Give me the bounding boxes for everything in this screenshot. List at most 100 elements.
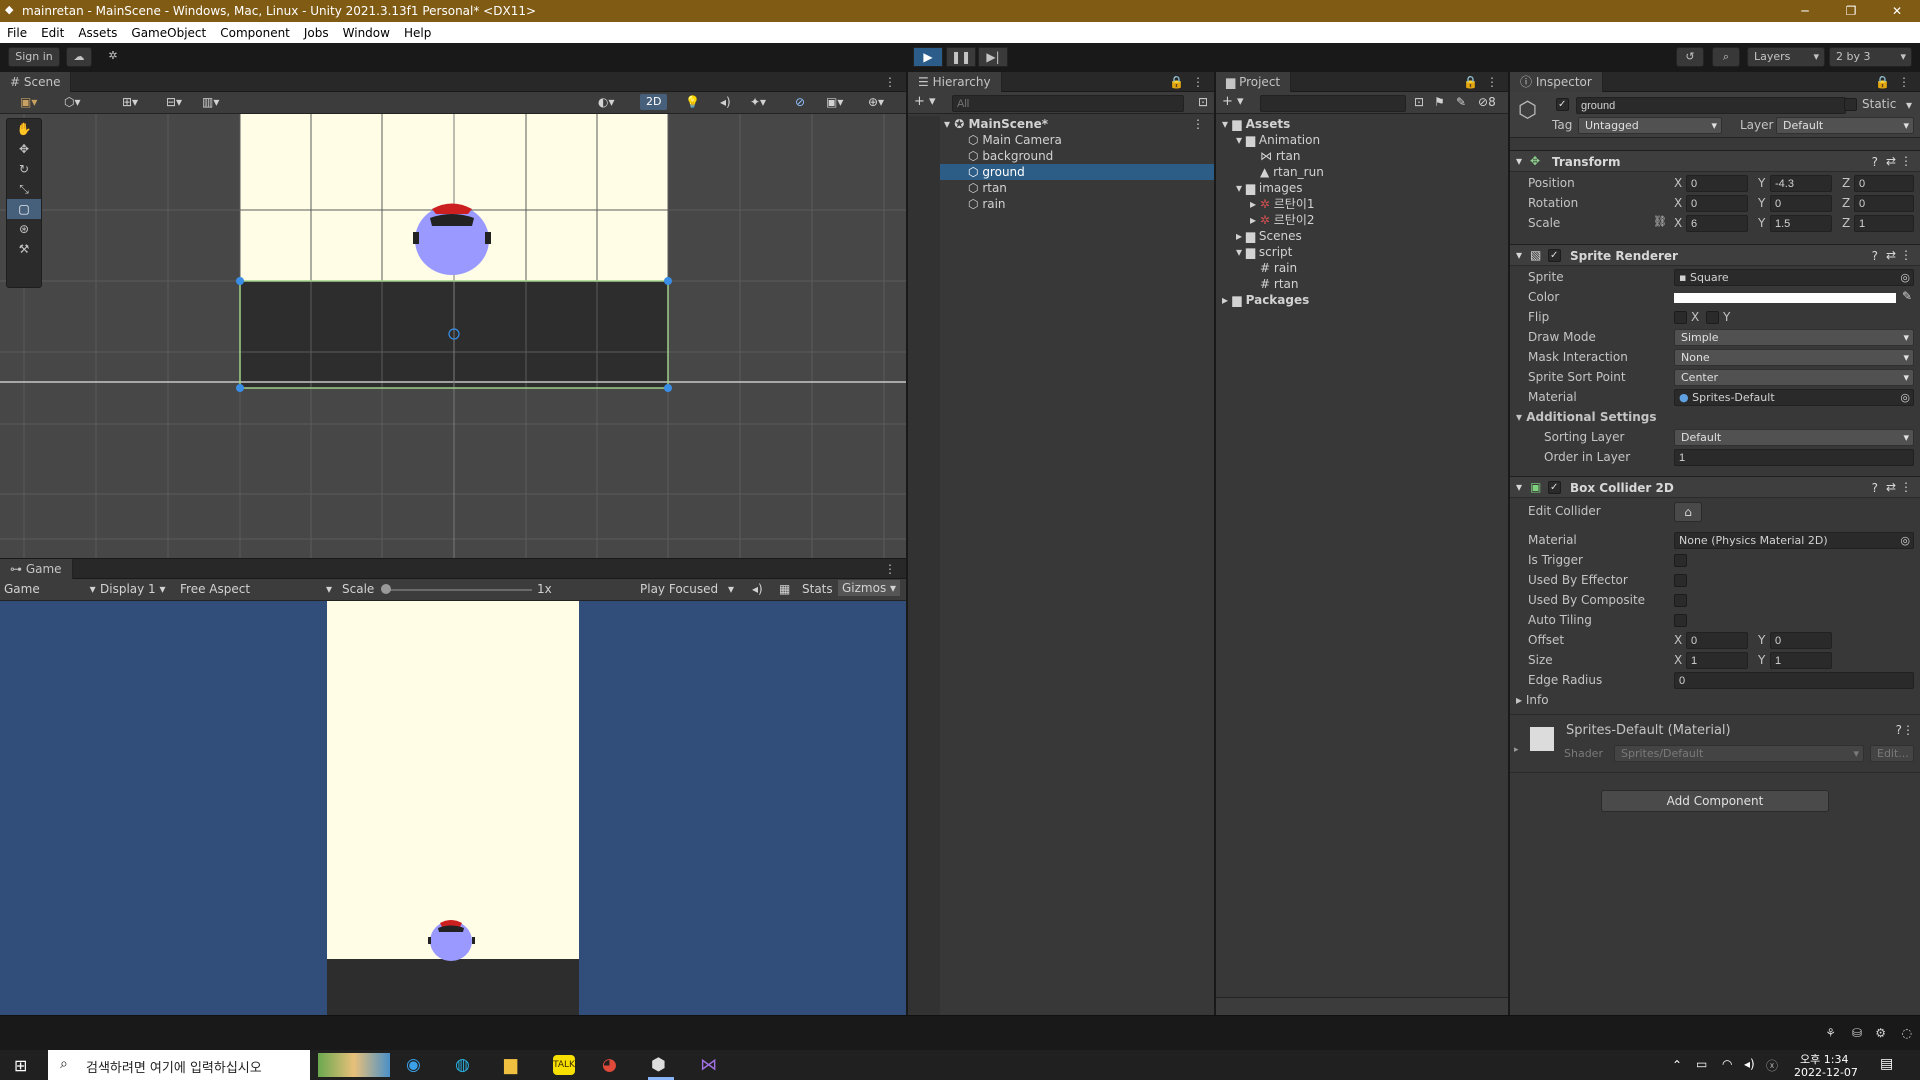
more-icon[interactable]: ⋮	[1900, 154, 1912, 168]
material-field[interactable]: ● Sprites-Default ◎	[1674, 389, 1914, 406]
scale-z-input[interactable]	[1854, 215, 1914, 232]
play-button[interactable]: ▶	[913, 47, 943, 67]
more-icon[interactable]: ⋮	[1192, 72, 1204, 92]
align-icon[interactable]: ▥▾	[202, 95, 219, 109]
lock-icon[interactable]: 🔒	[1169, 72, 1184, 92]
help-icon[interactable]: ?	[1872, 481, 1878, 495]
order-in-layer-input[interactable]	[1674, 449, 1914, 466]
more-icon[interactable]: ⋮	[1486, 72, 1498, 92]
chrome-icon[interactable]: ◕	[602, 1055, 617, 1075]
sign-in-button[interactable]: Sign in	[8, 47, 60, 67]
tab-hierarchy[interactable]: ☰ Hierarchy	[908, 72, 1002, 92]
project-item-packages[interactable]: ▸ ▆ Packages	[1216, 292, 1508, 308]
move-tool-icon[interactable]: ✥	[7, 139, 41, 159]
more-icon[interactable]: ⋮	[1902, 723, 1914, 737]
clock-time[interactable]: 오후 1:34	[1800, 1051, 1848, 1067]
unity-hub-icon[interactable]: ⬢	[651, 1055, 666, 1075]
help-icon[interactable]: ?	[1872, 155, 1878, 169]
used-by-composite-checkbox[interactable]	[1674, 594, 1687, 607]
close-button[interactable]: ✕	[1874, 0, 1920, 22]
color-swatch[interactable]	[1674, 293, 1896, 303]
camera-icon[interactable]: ▣▾	[826, 95, 843, 109]
menu-assets[interactable]: Assets	[71, 26, 124, 40]
mask-interaction-dropdown[interactable]: None ▾	[1674, 349, 1914, 366]
pause-button[interactable]: ❚❚	[946, 47, 976, 67]
box-collider-enabled-checkbox[interactable]: ✓	[1548, 481, 1561, 494]
layout-dropdown[interactable]: 2 by 3 ▾	[1829, 47, 1912, 67]
more-icon[interactable]: ⋮	[1898, 72, 1910, 92]
grid-snap-icon[interactable]: ⊞▾	[122, 95, 138, 109]
flip-x-checkbox[interactable]	[1674, 311, 1687, 324]
size-y-input[interactable]	[1770, 652, 1832, 669]
hierarchy-item-rtan[interactable]: ⬡ rtan	[908, 180, 1214, 196]
keyboard-icon[interactable]: ▦	[779, 582, 790, 596]
render-mode-icon[interactable]: ⬡▾	[64, 95, 81, 109]
lighting-icon[interactable]: 💡	[685, 95, 700, 109]
aspect-dropdown[interactable]: Free Aspect ▾	[180, 582, 332, 596]
rotate-tool-icon[interactable]: ↻	[7, 159, 41, 179]
additional-settings-foldout[interactable]: ▾ Additional Settings	[1516, 410, 1656, 424]
search-options-icon[interactable]: ⊡	[1198, 95, 1208, 109]
rotation-y-input[interactable]	[1770, 195, 1832, 212]
snap-increment-icon[interactable]: ⊟▾	[166, 95, 182, 109]
game-view[interactable]	[0, 601, 906, 1015]
more-icon[interactable]: ⋮	[1192, 116, 1204, 132]
rect-tool-icon[interactable]: ▢	[7, 199, 41, 219]
static-checkbox[interactable]	[1844, 98, 1857, 111]
stats-button[interactable]: Stats	[802, 582, 833, 596]
menu-help[interactable]: Help	[397, 26, 438, 40]
foldout-arrow-icon[interactable]: ▾	[1516, 248, 1522, 262]
rotation-x-input[interactable]	[1686, 195, 1748, 212]
app-icon[interactable]: ◍	[455, 1055, 470, 1075]
search-by-label-icon[interactable]: ⚑	[1434, 95, 1445, 109]
box-collider-header[interactable]: ▾ ▣ ✓ Box Collider 2D ? ⇄ ⋮	[1510, 476, 1920, 498]
hierarchy-item-rain[interactable]: ⬡ rain	[908, 196, 1214, 212]
project-item-script-rtan[interactable]: # rtan	[1216, 276, 1508, 292]
debug-icon[interactable]: ⚙	[1875, 1026, 1886, 1040]
scale-tool-icon[interactable]: ⤡	[7, 179, 41, 199]
presets-icon[interactable]: ⇄	[1886, 154, 1896, 168]
draw-mode-icon[interactable]: ▣▾	[20, 95, 37, 109]
scene-view[interactable]: ✋ ✥ ↻ ⤡ ▢ ⊛ ⚒	[0, 114, 906, 558]
notification-icon[interactable]: ▤	[1880, 1056, 1893, 1072]
sprite-renderer-header[interactable]: ▾ ▧ ✓ Sprite Renderer ? ⇄ ⋮	[1510, 244, 1920, 266]
hierarchy-search-input[interactable]	[952, 95, 1184, 112]
hierarchy-item-main-camera[interactable]: ⬡ Main Camera	[908, 132, 1214, 148]
size-x-input[interactable]	[1686, 652, 1748, 669]
wifi-icon[interactable]: ◠	[1722, 1057, 1732, 1071]
rotation-z-input[interactable]	[1854, 195, 1914, 212]
sorting-layer-dropdown[interactable]: Default ▾	[1674, 429, 1914, 446]
project-item-scenes[interactable]: ▸ ▆ Scenes	[1216, 228, 1508, 244]
auto-tiling-checkbox[interactable]	[1674, 614, 1687, 627]
expand-arrow-icon[interactable]: ▾	[944, 117, 950, 131]
flip-y-checkbox[interactable]	[1706, 311, 1719, 324]
visual-studio-icon[interactable]: ⋈	[700, 1055, 717, 1075]
object-picker-icon[interactable]: ◎	[1900, 533, 1910, 548]
mute-audio-icon[interactable]: ◂)	[752, 582, 763, 596]
kakaotalk-icon[interactable]: TALK	[553, 1055, 575, 1075]
object-name-input[interactable]	[1576, 97, 1846, 114]
more-icon[interactable]: ⋮	[1900, 480, 1912, 494]
edit-collider-button[interactable]: ⌂	[1674, 502, 1702, 522]
cache-icon[interactable]: ⛁	[1852, 1026, 1862, 1040]
project-item-script-rain[interactable]: # rain	[1216, 260, 1508, 276]
scene-root-item[interactable]: ▾ ✪ MainScene* ⋮	[908, 116, 1214, 132]
project-search-input[interactable]	[1260, 95, 1406, 112]
object-picker-icon[interactable]: ◎	[1900, 390, 1910, 405]
project-item-anim-rtan-run[interactable]: ▲ rtan_run	[1216, 164, 1508, 180]
step-button[interactable]: ▶|	[978, 47, 1008, 67]
shading-icon[interactable]: ◐▾	[598, 95, 615, 109]
edge-browser-icon[interactable]: ◉	[406, 1055, 421, 1075]
draw-mode-dropdown[interactable]: Simple ▾	[1674, 329, 1914, 346]
effects-icon[interactable]: ✦▾	[750, 95, 766, 109]
link-icon[interactable]: ⛓	[1653, 215, 1667, 228]
search-icon[interactable]: ⌕	[1712, 47, 1740, 67]
lock-icon[interactable]: 🔒	[1875, 72, 1890, 92]
search-highlight-image[interactable]	[318, 1053, 390, 1077]
project-item-animation[interactable]: ▾ ▆ Animation	[1216, 132, 1508, 148]
help-icon[interactable]: ?	[1872, 249, 1878, 263]
cloud-icon[interactable]: ☁	[66, 47, 92, 67]
menu-edit[interactable]: Edit	[34, 26, 71, 40]
project-item-script[interactable]: ▾ ▆ script	[1216, 244, 1508, 260]
more-icon[interactable]: ⋮	[1900, 248, 1912, 262]
